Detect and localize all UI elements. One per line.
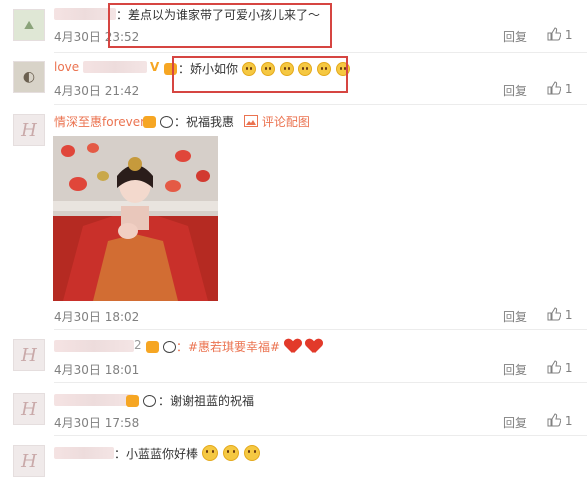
comment-text: ：祝福我惠 xyxy=(174,115,235,129)
vip-badge-icon: V xyxy=(150,60,160,74)
avatar[interactable]: ⛰ xyxy=(13,9,45,41)
thumb-up-icon xyxy=(547,81,561,95)
blurred-username[interactable] xyxy=(54,447,114,459)
image-report-link[interactable]: 评论配图 xyxy=(244,113,310,130)
comment-text: ：谢谢祖蓝的祝福 xyxy=(158,394,255,408)
like-count: 1 xyxy=(564,414,573,428)
reply-button[interactable]: 回复 xyxy=(503,308,527,325)
like-count: 1 xyxy=(564,28,573,42)
highlight-box xyxy=(108,3,332,48)
avatar[interactable]: H xyxy=(13,445,45,477)
blurred-username[interactable] xyxy=(54,8,116,20)
comment-time: 4月30日 18:01 xyxy=(54,363,140,377)
like-count: 1 xyxy=(564,82,573,96)
avatar[interactable]: ◐ xyxy=(13,61,45,93)
like-button[interactable]: 1 xyxy=(547,81,572,96)
like-count: 1 xyxy=(564,361,573,375)
blurred-username[interactable] xyxy=(54,394,134,406)
blurred-username[interactable] xyxy=(54,340,134,352)
reply-button[interactable]: 回复 xyxy=(503,82,527,99)
divider xyxy=(54,382,587,383)
emoji-icon xyxy=(201,445,218,461)
emoji-icon xyxy=(243,445,260,461)
avatar[interactable]: H xyxy=(13,393,45,425)
username-link[interactable]: love xyxy=(54,60,79,74)
hashtag-link[interactable]: ：#惠若琪要幸福# xyxy=(176,340,280,354)
panda-icon xyxy=(143,395,156,407)
comment-time: 4月30日 18:02 xyxy=(54,310,140,324)
fan-badge-icon xyxy=(146,341,159,353)
thumb-up-icon xyxy=(547,360,561,374)
comment-text-row: ：小蓝蓝你好棒 xyxy=(114,445,261,462)
heart-icon xyxy=(285,339,301,353)
thumb-up-icon xyxy=(547,413,561,427)
divider xyxy=(54,104,587,105)
divider xyxy=(54,52,587,53)
divider xyxy=(54,329,587,330)
heart-icon xyxy=(306,339,322,353)
comment-time: 4月30日 21:42 xyxy=(54,84,140,98)
comment-image[interactable] xyxy=(53,136,218,301)
blurred-username[interactable] xyxy=(83,61,147,73)
avatar[interactable]: H xyxy=(13,339,45,371)
avatar[interactable]: H xyxy=(13,114,45,146)
reply-button[interactable]: 回复 xyxy=(503,361,527,378)
fan-badge-icon xyxy=(143,116,156,128)
thumb-up-icon xyxy=(547,27,561,41)
comment-text-row: ：#惠若琪要幸福# xyxy=(176,338,322,355)
picture-icon xyxy=(244,115,258,127)
like-button[interactable]: 1 xyxy=(547,307,572,322)
emoji-icon xyxy=(222,445,239,461)
like-button[interactable]: 1 xyxy=(547,27,572,42)
comment-text: ：小蓝蓝你好棒 xyxy=(114,447,199,461)
username-link[interactable]: 2 xyxy=(134,338,142,352)
panda-icon xyxy=(163,341,176,353)
fan-badge-icon xyxy=(126,395,139,407)
wedding-photo-illustration xyxy=(53,136,218,301)
reply-button[interactable]: 回复 xyxy=(503,414,527,431)
thumb-up-icon xyxy=(547,307,561,321)
like-button[interactable]: 1 xyxy=(547,360,572,375)
like-button[interactable]: 1 xyxy=(547,413,572,428)
panda-icon xyxy=(160,116,173,128)
username-link[interactable]: 情深至惠forever xyxy=(54,113,145,130)
highlight-box xyxy=(172,56,348,93)
like-count: 1 xyxy=(564,308,573,322)
reply-button[interactable]: 回复 xyxy=(503,28,527,45)
divider xyxy=(54,435,587,436)
image-report-label: 评论配图 xyxy=(261,115,310,129)
comment-time: 4月30日 17:58 xyxy=(54,416,140,430)
